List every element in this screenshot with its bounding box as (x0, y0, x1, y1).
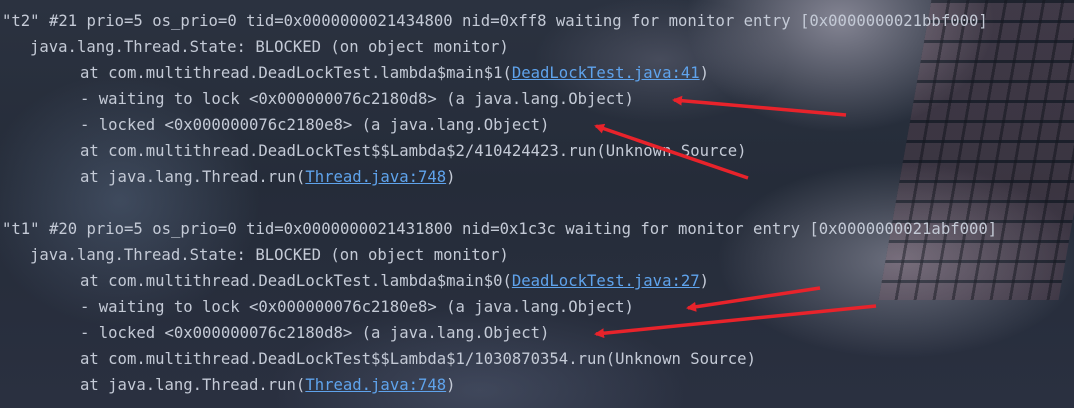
frame-text: at com.multithread.DeadLockTest.lambda$m… (80, 64, 512, 82)
thread-t1-waiting-lock: - waiting to lock <0x000000076c2180e8> (… (80, 298, 634, 316)
frame-text: ) (446, 376, 456, 394)
thread-t2-header: "t2" #21 prio=5 os_prio=0 tid=0x00000000… (2, 12, 988, 30)
thread-t2-frame-lambda-run: at com.multithread.DeadLockTest$$Lambda$… (80, 142, 747, 160)
frame-text: ) (699, 64, 710, 82)
frame-text: ) (446, 168, 456, 186)
background-keyboard-image (878, 0, 1074, 300)
frame-text: ) (699, 272, 710, 290)
thread-t1-locked: - locked <0x000000076c2180d8> (a java.la… (80, 324, 550, 342)
thread-t1-frame-lambda: at com.multithread.DeadLockTest.lambda$m… (80, 268, 709, 294)
thread-t1-frame-thread-run: at java.lang.Thread.run(Thread.java:748) (80, 372, 456, 398)
frame-text: at com.multithread.DeadLockTest.lambda$m… (80, 272, 512, 290)
source-link-thread-748[interactable]: Thread.java:748 (305, 168, 446, 186)
console-output: "t2" #21 prio=5 os_prio=0 tid=0x00000000… (0, 0, 1074, 408)
thread-t1-header: "t1" #20 prio=5 os_prio=0 tid=0x00000000… (2, 220, 998, 238)
source-link-deadlocktest-27[interactable]: DeadLockTest.java:27 (512, 272, 700, 290)
thread-t2-frame-lambda: at com.multithread.DeadLockTest.lambda$m… (80, 60, 709, 86)
source-link-deadlocktest-41[interactable]: DeadLockTest.java:41 (512, 64, 700, 82)
thread-t2-frame-thread-run: at java.lang.Thread.run(Thread.java:748) (80, 164, 456, 190)
thread-t2-state: java.lang.Thread.State: BLOCKED (on obje… (30, 38, 509, 56)
frame-text: at java.lang.Thread.run( (80, 168, 306, 186)
arrow-t1-locked (594, 304, 877, 339)
arrow-t2-waiting (672, 95, 847, 117)
thread-t1-frame-lambda-run: at com.multithread.DeadLockTest$$Lambda$… (80, 350, 756, 368)
source-link-thread-748[interactable]: Thread.java:748 (305, 376, 446, 394)
thread-t1-state: java.lang.Thread.State: BLOCKED (on obje… (30, 246, 509, 264)
thread-t2-locked: - locked <0x000000076c2180e8> (a java.la… (80, 116, 550, 134)
frame-text: at java.lang.Thread.run( (80, 376, 306, 394)
thread-t2-waiting-lock: - waiting to lock <0x000000076c2180d8> (… (80, 90, 634, 108)
